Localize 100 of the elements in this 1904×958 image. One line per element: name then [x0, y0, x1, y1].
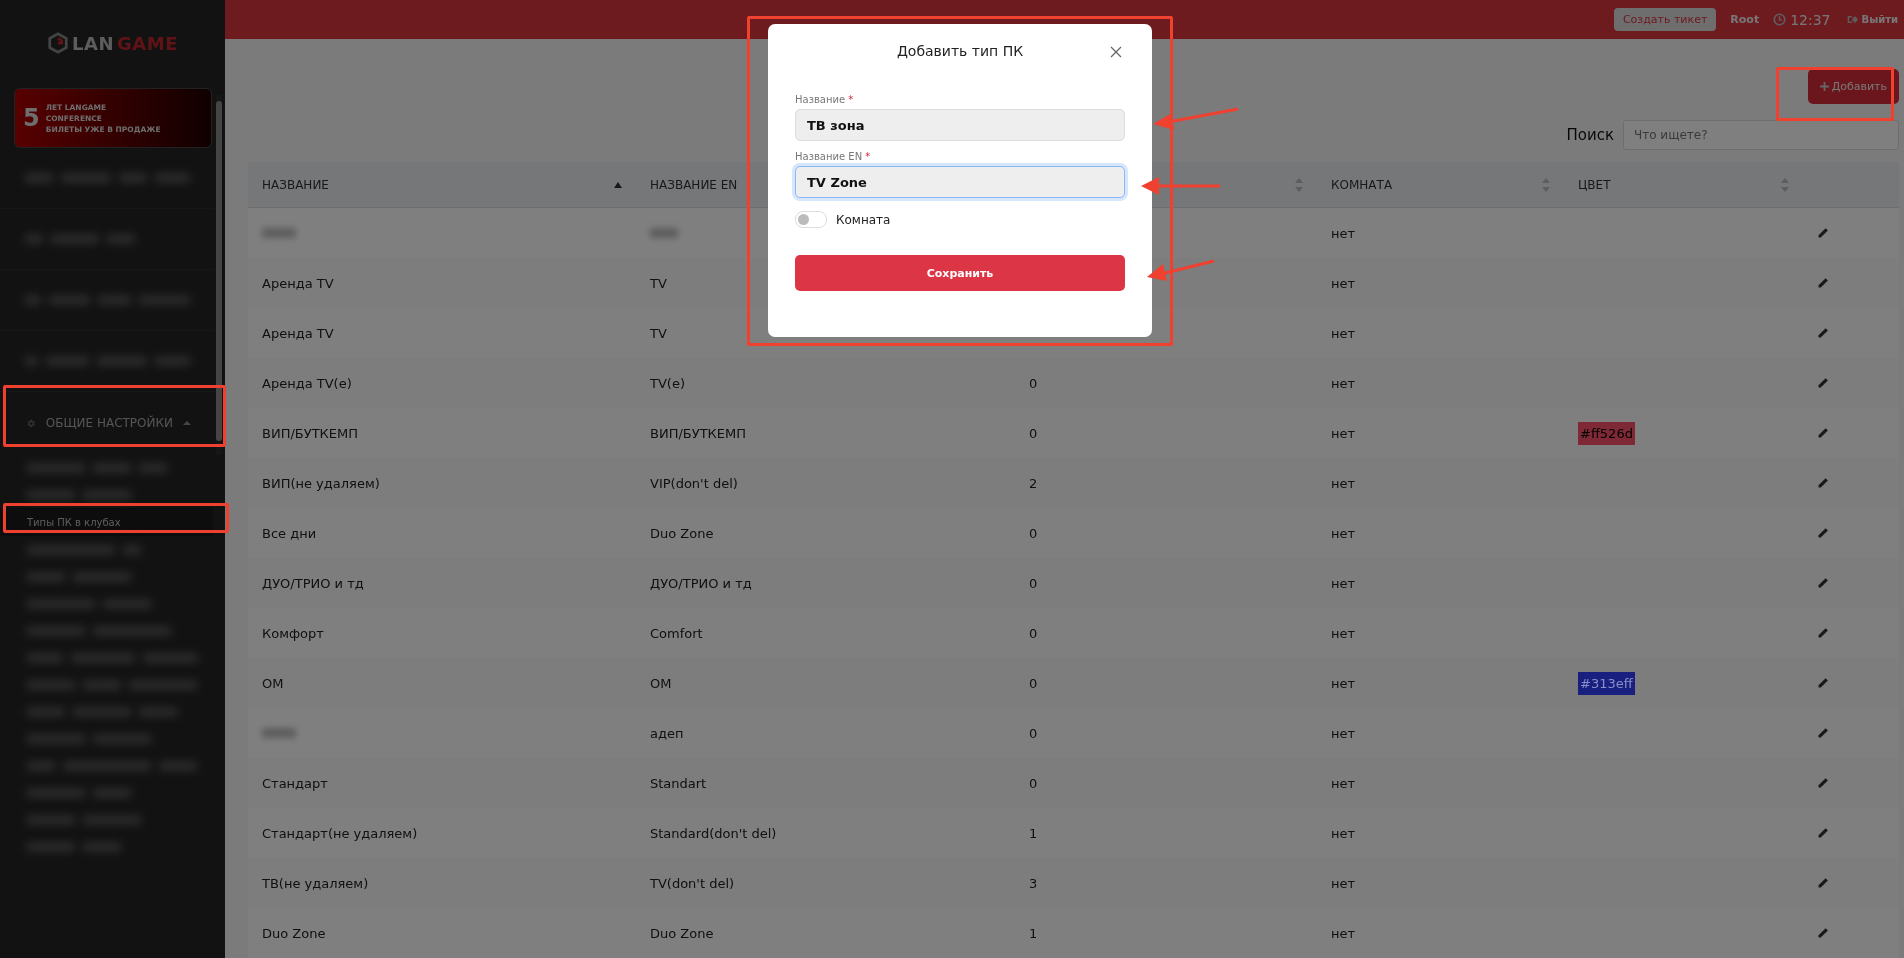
table-cell: 0 [1029, 575, 1038, 591]
table-cell: ДУО/ТРИО и тд [262, 575, 364, 591]
table-cell: 1 [1029, 925, 1038, 941]
column-title: КОМНАТА [1331, 177, 1393, 192]
table-cell: нет [1331, 675, 1356, 691]
annotation-arrow [1147, 259, 1215, 281]
edit-icon[interactable] [1817, 727, 1829, 739]
table-cell: 0 [1029, 725, 1038, 741]
table-cell: 0 [1029, 525, 1038, 541]
table-cell: Comfort [650, 625, 703, 641]
edit-icon[interactable] [1817, 477, 1829, 489]
table-cell: нет [1331, 725, 1356, 741]
table-cell: нет [1331, 575, 1356, 591]
table-cell: нет [1331, 825, 1356, 841]
table-cell: ДУО/ТРИО и тд [650, 575, 752, 591]
sort-icon[interactable] [1781, 177, 1789, 192]
toggle-switch[interactable] [795, 211, 827, 228]
add-button[interactable]: Добавить [1807, 69, 1899, 104]
table-cell: 3 [1029, 875, 1038, 891]
edit-icon[interactable] [1817, 677, 1829, 689]
table-cell: Все дни [262, 525, 317, 541]
clock-time: 12:37 [1790, 11, 1831, 28]
logo-text: LAN [72, 32, 114, 54]
sort-icon[interactable] [1542, 177, 1550, 192]
plus-icon [1819, 82, 1829, 91]
create-ticket-button[interactable]: Создать тикет [1613, 8, 1717, 31]
edit-icon[interactable] [1817, 827, 1829, 839]
sort-icon[interactable] [1295, 177, 1303, 192]
table-cell: 0 [1029, 375, 1038, 391]
banner-number: 5 [23, 104, 40, 132]
edit-icon[interactable] [1817, 277, 1829, 289]
table-cell: нет [1331, 425, 1356, 441]
column-header[interactable]: НАЗВАНИЕ [248, 162, 636, 207]
table-cell: нет [1331, 775, 1356, 791]
close-icon[interactable] [1110, 46, 1122, 58]
field-label: Название * [795, 94, 855, 105]
table-cell: TV(don't del) [650, 875, 735, 891]
table-cell: нет [1331, 275, 1356, 291]
table-cell: Duo Zone [262, 925, 326, 941]
edit-icon[interactable] [1817, 527, 1829, 539]
menu-section[interactable]: ОБЩИЕ НАСТРОЙКИ [6, 398, 211, 448]
column-header[interactable]: ЦВЕТ [1564, 162, 1803, 207]
column-title: НАЗВАНИЕ [262, 177, 329, 192]
modal-title: Добавить тип ПК [896, 43, 1024, 59]
table-cell: ТВ(не удаляем) [262, 875, 369, 891]
table-cell: 0 [1029, 425, 1038, 441]
table-cell: TV [650, 275, 667, 291]
section-label: ОБЩИЕ НАСТРОЙКИ [45, 416, 173, 430]
scrollbar[interactable] [216, 95, 222, 455]
table-cell: нет [1331, 475, 1356, 491]
search-field[interactable]: Что ищете? [1623, 120, 1899, 150]
table-cell: Duo Zone [650, 525, 714, 541]
table-cell: Комфорт [262, 625, 324, 641]
table-cell: Аренда TV [262, 275, 334, 291]
edit-icon[interactable] [1817, 327, 1829, 339]
table-cell: нет [1331, 625, 1356, 641]
table-cell: 1 [1029, 825, 1038, 841]
table-cell: VIP(don't del) [650, 475, 738, 491]
table-cell: TV(e) [650, 375, 685, 391]
toggle-label: Комната [836, 212, 891, 227]
table-cell: Аренда TV(e) [262, 375, 352, 391]
table-cell: Аренда TV [262, 325, 334, 341]
table-cell: нет [1331, 225, 1356, 241]
table-cell: ВИП(не удаляем) [262, 475, 380, 491]
table-cell: нет [1331, 325, 1356, 341]
text-field[interactable]: ТВ зона [795, 109, 1125, 141]
table-cell: Стандарт [262, 775, 328, 791]
table-cell: 0 [1029, 625, 1038, 641]
logout-icon [1846, 14, 1858, 25]
table-cell: ОМ [262, 675, 284, 691]
table-cell: Стандарт(не удаляем) [262, 825, 418, 841]
edit-icon[interactable] [1817, 877, 1829, 889]
edit-icon[interactable] [1817, 627, 1829, 639]
table-cell: нет [1331, 375, 1356, 391]
user-name: Root [1730, 13, 1760, 26]
edit-icon[interactable] [1817, 427, 1829, 439]
search-label: Поиск [1566, 126, 1614, 144]
color-tag: #ff526d [1578, 421, 1635, 445]
table-cell: ВИП/БУТКЕМП [262, 425, 358, 441]
table-cell: 0 [1029, 775, 1038, 791]
table-cell: нет [1331, 925, 1356, 941]
edit-icon[interactable] [1817, 227, 1829, 239]
save-button[interactable]: Сохранить [795, 255, 1125, 291]
blurred-text [650, 228, 678, 238]
table-cell: ВИП/БУТКЕМП [650, 425, 746, 441]
logo-icon [47, 32, 70, 54]
text-field[interactable]: TV Zone [795, 166, 1125, 198]
edit-icon[interactable] [1817, 927, 1829, 939]
column-header[interactable]: КОМНАТА [1317, 162, 1564, 207]
edit-icon[interactable] [1817, 577, 1829, 589]
sort-ascending-icon[interactable] [614, 181, 622, 188]
logout-link[interactable]: Выйти [1846, 14, 1898, 25]
edit-icon[interactable] [1817, 777, 1829, 789]
table-cell: ОМ [650, 675, 672, 691]
table-cell: Duo Zone [650, 925, 714, 941]
table-cell: нет [1331, 525, 1356, 541]
color-tag: #313eff [1578, 671, 1635, 695]
table-cell: 2 [1029, 475, 1038, 491]
logo-text: GAME [117, 32, 178, 54]
edit-icon[interactable] [1817, 377, 1829, 389]
